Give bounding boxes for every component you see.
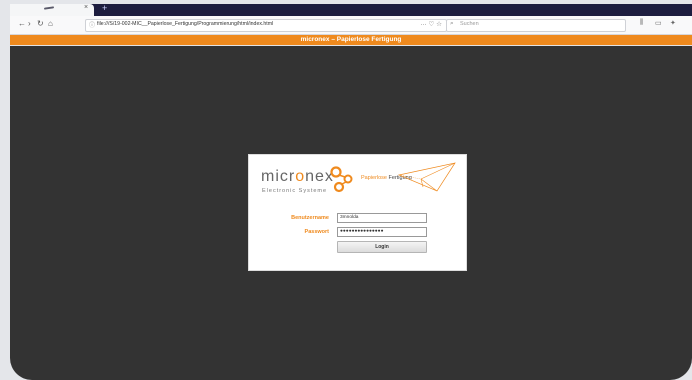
reload-icon[interactable]: ↻ [37,19,44,29]
logo-subtitle: Electronic Systeme [262,188,328,194]
app-header: micronex – Papierlose Fertigung [10,35,692,46]
username-label: Benutzername [291,215,329,221]
info-icon[interactable]: ⓘ [89,20,95,29]
tab-strip: × + [10,4,692,16]
tagline-word1: Papierlose [361,175,387,181]
logo-mark-icon [330,166,353,193]
login-button[interactable]: Login [337,241,427,253]
username-input[interactable]: 3mnolda [337,213,427,223]
home-icon[interactable]: ⌂ [48,19,53,29]
app-title: micronex – Papierlose Fertigung [300,36,402,43]
url-text[interactable]: file:///S/19-002-MIC__Papierlose_Fertigu… [97,21,273,27]
new-tab-icon[interactable]: + [102,4,107,13]
loading-indicator-icon [43,6,55,10]
logo-text-part2: o [295,168,306,185]
logo-text-part1: micr [261,168,296,185]
login-card: micronex Electronic Systeme Papierlose F… [248,154,467,271]
paper-plane-icon [397,162,456,192]
page-actions[interactable]: ··· ♡ ☆ [420,20,442,28]
browser-tab[interactable]: × [10,4,94,16]
screen: × + ← › ↻ ⌂ ⓘ file:///S/19-002-MIC__Papi… [10,4,692,380]
password-input[interactable]: ●●●●●●●●●●●●●●● [337,227,427,237]
extension-icon[interactable]: ✦ [670,19,676,27]
library-icon[interactable]: ⫼ [640,19,643,27]
back-icon[interactable]: ← [18,19,26,29]
search-placeholder: Suchen [460,21,479,27]
navigation-bar: ← › ↻ ⌂ ⓘ file:///S/19-002-MIC__Papierlo… [10,16,692,35]
search-bar[interactable]: ⌕ Suchen [446,19,626,32]
tab-close-icon[interactable]: × [84,4,88,11]
password-label: Passwort [304,229,329,235]
forward-icon[interactable]: › [28,19,31,29]
sidebar-icon[interactable]: ▭ [655,19,662,27]
micronex-logo: micronex [261,168,334,186]
address-bar[interactable]: ⓘ file:///S/19-002-MIC__Papierlose_Ferti… [85,19,447,32]
search-icon: ⌕ [450,20,454,27]
